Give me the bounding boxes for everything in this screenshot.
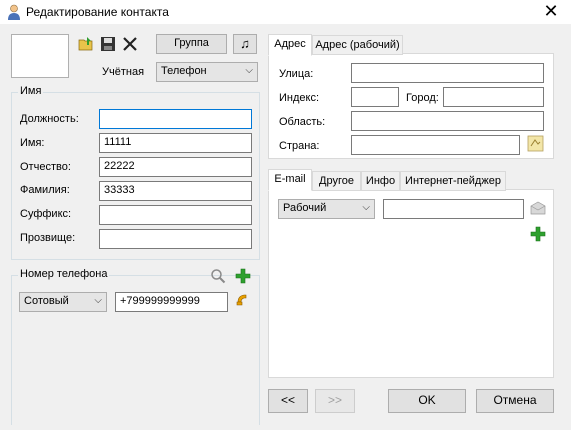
index-field[interactable] bbox=[351, 87, 399, 107]
phone-type-value: Сотовый bbox=[24, 295, 69, 307]
phone-number-field[interactable]: +799999999999 bbox=[115, 292, 228, 312]
search-icon[interactable] bbox=[210, 268, 226, 284]
region-field[interactable] bbox=[351, 111, 544, 131]
suffix-field[interactable] bbox=[99, 205, 252, 225]
account-select-value: Телефон bbox=[161, 65, 207, 77]
cancel-button[interactable]: Отмена bbox=[476, 389, 554, 413]
add-phone-icon[interactable] bbox=[235, 268, 251, 284]
music-button[interactable]: ♫ bbox=[233, 34, 257, 54]
save-disk-icon[interactable] bbox=[100, 36, 116, 52]
email-field[interactable] bbox=[383, 199, 524, 219]
phone-legend: Номер телефона bbox=[18, 268, 110, 280]
name-legend: Имя bbox=[18, 85, 44, 97]
tab-other[interactable]: Другое bbox=[312, 171, 361, 191]
email-type-select[interactable]: Рабочий ⌵ bbox=[278, 199, 375, 219]
patronymic-field[interactable]: 22222 bbox=[99, 157, 252, 177]
contact-photo[interactable] bbox=[11, 34, 69, 78]
city-field[interactable] bbox=[443, 87, 544, 107]
street-field[interactable] bbox=[351, 63, 544, 83]
group-button[interactable]: Группа bbox=[156, 34, 227, 54]
patronymic-label: Отчество: bbox=[20, 161, 71, 173]
nickname-label: Прозвище: bbox=[20, 232, 76, 244]
chevron-down-icon: ⌵ bbox=[362, 202, 370, 213]
phone-handset-icon[interactable] bbox=[235, 292, 251, 308]
last-name-field[interactable]: 33333 bbox=[99, 181, 252, 201]
ok-button[interactable]: OK bbox=[388, 389, 466, 413]
last-name-label: Фамилия: bbox=[20, 184, 70, 196]
chevron-down-icon: ⌵ bbox=[245, 65, 253, 76]
first-name-field[interactable]: 11111 bbox=[99, 133, 252, 153]
position-field[interactable] bbox=[99, 109, 252, 129]
close-icon[interactable]: ✕ bbox=[540, 1, 562, 23]
index-label: Индекс: bbox=[279, 92, 320, 104]
country-picker-icon[interactable] bbox=[527, 135, 544, 152]
city-label: Город: bbox=[406, 92, 439, 104]
tab-address-work[interactable]: Адрес (рабочий) bbox=[312, 35, 403, 55]
position-label: Должность: bbox=[20, 113, 79, 125]
tab-email[interactable]: E-mail bbox=[268, 169, 312, 191]
street-label: Улица: bbox=[279, 68, 314, 80]
tab-messenger[interactable]: Интернет-пейджер bbox=[400, 171, 506, 191]
envelope-icon[interactable] bbox=[530, 200, 546, 216]
first-name-label: Имя: bbox=[20, 137, 45, 149]
tab-info[interactable]: Инфо bbox=[361, 171, 400, 191]
title-bar: Редактирование контакта ✕ bbox=[0, 0, 571, 24]
app-person-icon bbox=[7, 4, 21, 20]
email-type-value: Рабочий bbox=[283, 202, 327, 214]
nickname-field[interactable] bbox=[99, 229, 252, 249]
add-email-icon[interactable] bbox=[530, 226, 546, 242]
country-field[interactable] bbox=[351, 135, 520, 155]
next-button[interactable]: >> bbox=[315, 389, 355, 413]
delete-cross-icon[interactable] bbox=[122, 36, 138, 52]
region-label: Область: bbox=[279, 116, 326, 128]
country-label: Страна: bbox=[279, 140, 320, 152]
account-label: Учётная bbox=[102, 66, 145, 78]
open-folder-icon[interactable] bbox=[78, 36, 94, 52]
tab-address[interactable]: Адрес bbox=[268, 34, 312, 56]
account-select[interactable]: Телефон ⌵ bbox=[156, 62, 258, 82]
suffix-label: Суффикс: bbox=[20, 208, 72, 220]
prev-button[interactable]: << bbox=[268, 389, 308, 413]
chevron-down-icon: ⌵ bbox=[94, 295, 102, 306]
phone-type-select[interactable]: Сотовый ⌵ bbox=[19, 292, 107, 312]
window-title: Редактирование контакта bbox=[26, 5, 169, 19]
